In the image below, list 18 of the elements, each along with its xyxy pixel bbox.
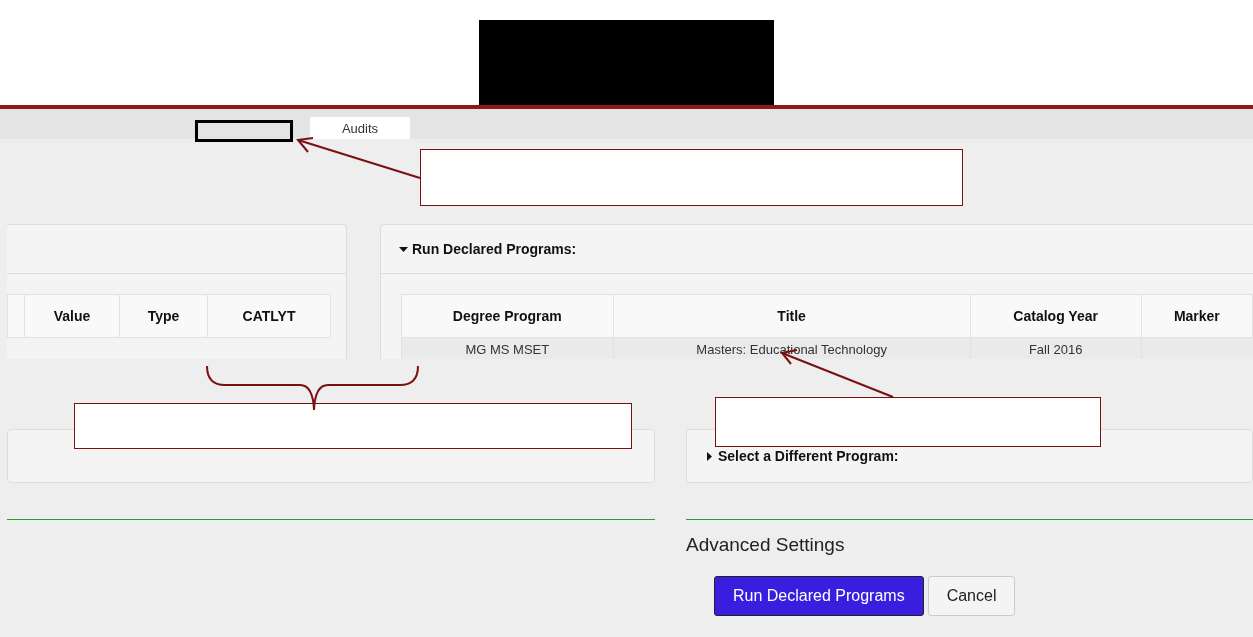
run-button[interactable]: Run Declared Programs xyxy=(714,576,924,616)
table-cell: Masters: Educational Technology xyxy=(613,337,971,359)
table-header: CATLYT xyxy=(207,294,331,338)
table-header: Catalog Year xyxy=(970,294,1142,338)
table-header: Title xyxy=(613,294,971,338)
section-toggle[interactable]: Select a Different Program: xyxy=(705,448,899,464)
cancel-button[interactable]: Cancel xyxy=(927,576,1016,616)
caret-down-icon xyxy=(399,244,408,254)
table-header: Value xyxy=(24,294,120,338)
nav-tab[interactable]: Audits xyxy=(310,117,410,139)
caret-right-icon xyxy=(705,451,714,461)
section-toggle[interactable]: Run Declared Programs: xyxy=(399,241,577,257)
table-cell: MG MS MSET xyxy=(401,337,614,359)
table-cell: Fall 2016 xyxy=(970,337,1142,359)
table-header: Marker xyxy=(1141,294,1253,338)
table-header: Degree Program xyxy=(401,294,614,338)
section-title: Advanced Settings xyxy=(686,534,846,556)
table-header: Type xyxy=(119,294,208,338)
